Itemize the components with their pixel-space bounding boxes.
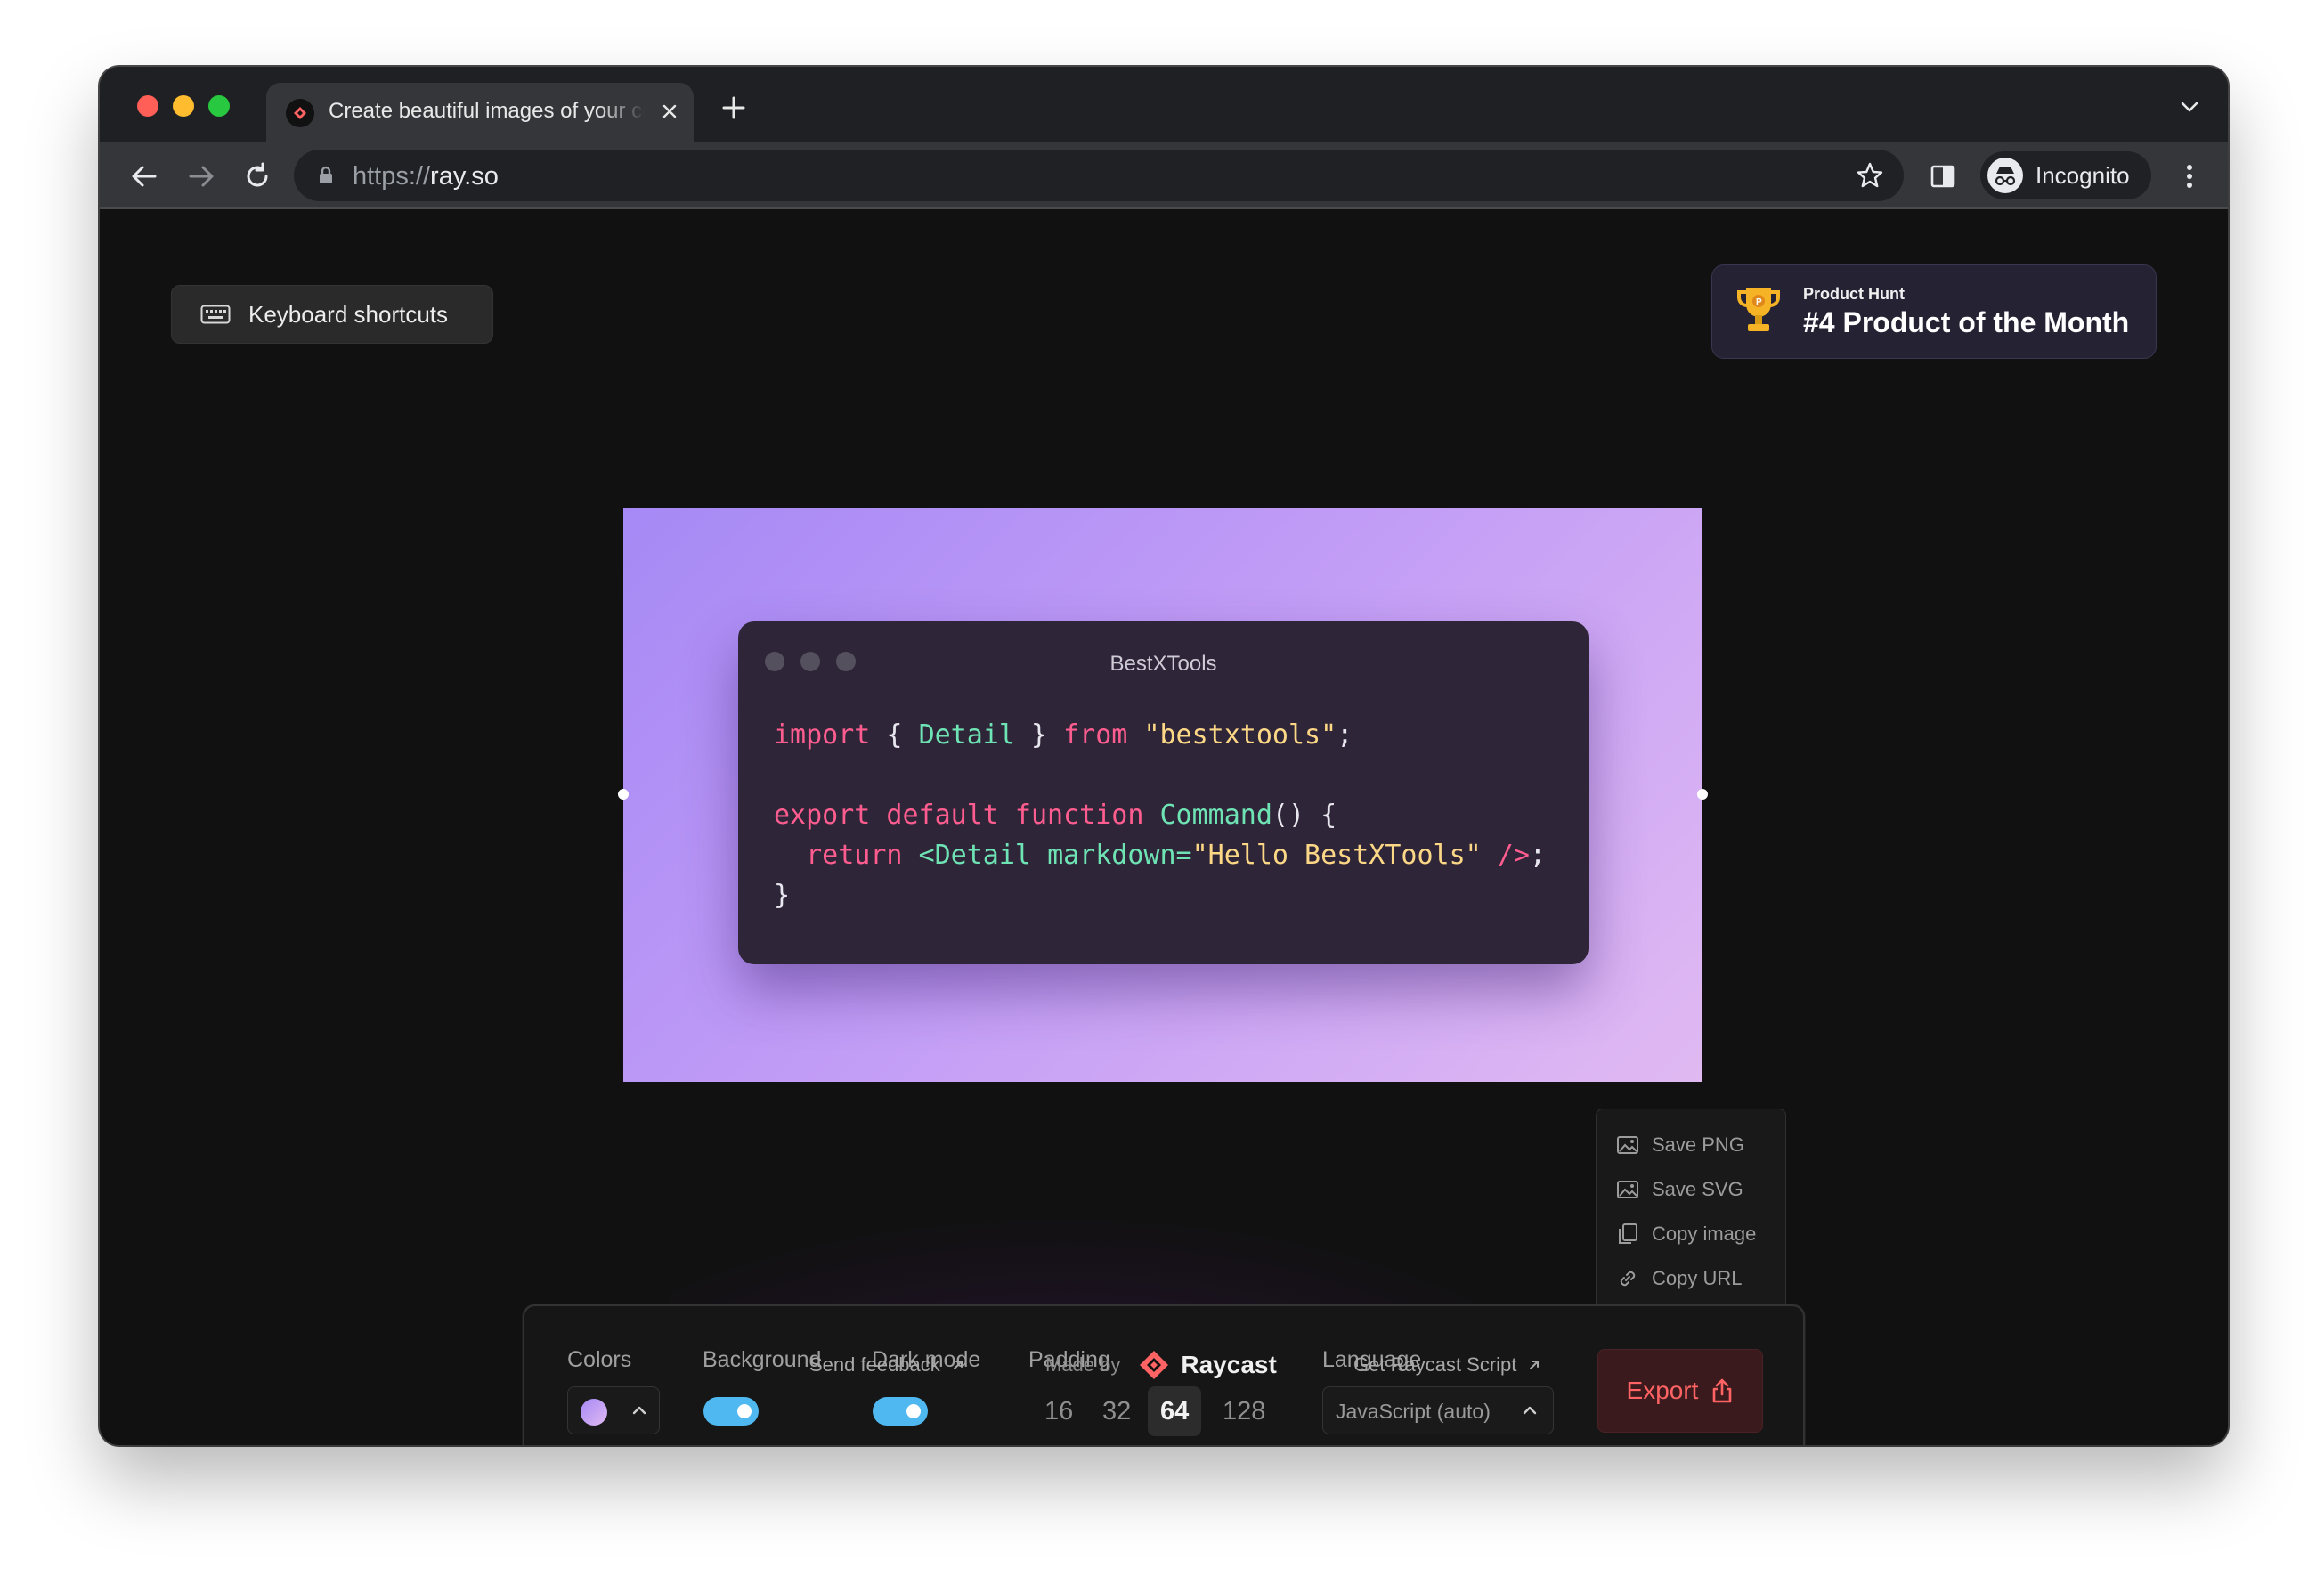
lock-icon — [320, 166, 332, 183]
language-value: JavaScript (auto) — [1336, 1400, 1491, 1423]
product-hunt-label: Product Hunt — [1803, 285, 1905, 303]
bookmark-star-icon[interactable] — [1856, 161, 1884, 190]
color-theme-picker[interactable] — [567, 1386, 660, 1434]
resize-handle-left[interactable] — [618, 789, 629, 800]
background-toggle[interactable] — [703, 1397, 759, 1426]
url-scheme: https:// — [353, 162, 431, 191]
external-arrow-icon — [1530, 1361, 1540, 1369]
incognito-profile-button[interactable]: Incognito — [1980, 151, 2151, 199]
made-by-raycast[interactable]: Made by Raycast — [1045, 1347, 1277, 1383]
get-raycast-script-link[interactable]: Get Raycast Script — [1353, 1353, 1541, 1377]
get-raycast-script-label: Get Raycast Script — [1353, 1353, 1517, 1376]
toggle-knob — [737, 1404, 752, 1418]
toggle-knob — [906, 1404, 921, 1418]
send-feedback-link[interactable]: Send feedback — [809, 1353, 965, 1377]
background-label: Background — [703, 1347, 822, 1372]
menu-item-save-svg[interactable]: Save SVG — [1616, 1172, 1743, 1207]
raycast-logo-icon — [1140, 1351, 1169, 1379]
code-line: return <Detail markdown="Hello BestXTool… — [774, 840, 1546, 871]
reload-icon[interactable] — [238, 157, 277, 196]
menu-item-save-png[interactable]: Save PNG — [1616, 1127, 1744, 1163]
export-label: Export — [1626, 1377, 1699, 1404]
incognito-label: Incognito — [2036, 161, 2130, 189]
maximize-window-button[interactable] — [208, 95, 230, 117]
chevron-up-icon — [632, 1406, 646, 1415]
colors-label: Colors — [567, 1347, 632, 1372]
image-icon — [1617, 1136, 1638, 1154]
external-arrow-icon — [953, 1361, 963, 1369]
url-host: ray.so — [430, 162, 499, 191]
side-panel-icon[interactable] — [1929, 162, 1957, 191]
padding-option-32[interactable]: 32 — [1090, 1386, 1143, 1436]
keyboard-shortcuts-label: Keyboard shortcuts — [248, 300, 449, 328]
dark-mode-toggle[interactable] — [873, 1397, 928, 1426]
chevron-down-icon[interactable] — [2176, 93, 2203, 120]
export-dropdown-menu: Save PNG Save SVG Copy image Copy URL — [1596, 1109, 1786, 1329]
address-bar[interactable]: https://ray.so — [294, 150, 1904, 201]
link-icon — [1620, 1271, 1636, 1287]
new-tab-plus-icon[interactable] — [716, 90, 752, 126]
code-line-empty: ​ — [774, 755, 1546, 795]
keyboard-icon — [200, 305, 231, 324]
code-editor[interactable]: import { Detail } from "bestxtools"; ​ exp… — [774, 715, 1546, 915]
color-swatch — [581, 1399, 607, 1426]
menu-item-copy-url[interactable]: Copy URL — [1616, 1261, 1742, 1296]
url-text: https://ray.so — [353, 162, 499, 191]
resize-handle-right[interactable] — [1697, 789, 1708, 800]
keyboard-shortcuts-button[interactable]: Keyboard shortcuts — [171, 285, 493, 344]
close-tab-icon[interactable] — [655, 97, 684, 126]
copy-icon — [1619, 1223, 1637, 1244]
back-arrow-icon[interactable] — [125, 157, 164, 196]
forward-arrow-icon[interactable] — [182, 157, 221, 196]
product-hunt-badge[interactable]: P Product Hunt #4 Product of the Month — [1711, 264, 2157, 359]
padding-option-16[interactable]: 16 — [1032, 1386, 1085, 1436]
trophy-icon: P — [1737, 288, 1780, 331]
code-line: export default function Command() { — [774, 800, 1337, 831]
code-line: import { Detail } from "bestxtools"; — [774, 719, 1353, 751]
svg-text:P: P — [1756, 297, 1762, 307]
language-select[interactable]: JavaScript (auto) — [1322, 1386, 1554, 1434]
code-window: BestXTools import { Detail } from "bestx… — [738, 621, 1589, 964]
padding-option-64[interactable]: 64 — [1148, 1386, 1202, 1436]
browser-toolbar: https://ray.so Incognito — [100, 142, 2228, 209]
code-window-title[interactable]: BestXTools — [738, 652, 1589, 677]
code-line: } — [774, 880, 791, 911]
incognito-icon — [1987, 158, 2023, 193]
code-image-frame[interactable]: BestXTools import { Detail } from "bestx… — [618, 508, 1708, 1082]
tab-bar: Create beautiful images of your code — [100, 67, 2228, 142]
image-icon — [1617, 1181, 1638, 1198]
menu-item-copy-image[interactable]: Copy image — [1616, 1216, 1756, 1252]
raycast-favicon-icon — [286, 99, 314, 127]
raycast-brand-name: Raycast — [1181, 1351, 1277, 1378]
close-window-button[interactable] — [137, 95, 158, 117]
send-feedback-label: Send feedback — [809, 1353, 940, 1376]
tab-title: Create beautiful images of your code — [329, 99, 645, 123]
made-by-label: Made by — [1045, 1353, 1121, 1376]
padding-option-128[interactable]: 128 — [1210, 1386, 1278, 1436]
more-menu-icon[interactable] — [2176, 162, 2203, 191]
share-icon — [1713, 1378, 1732, 1403]
export-button[interactable]: Export — [1597, 1349, 1763, 1433]
tab-active[interactable]: Create beautiful images of your code — [266, 83, 694, 142]
minimize-window-button[interactable] — [173, 95, 194, 117]
page-content: Keyboard shortcuts P Product Hunt #4 Pro… — [100, 209, 2228, 1445]
chevron-up-icon — [1523, 1406, 1537, 1415]
browser-window: Create beautiful images of your code htt… — [100, 67, 2228, 1445]
product-hunt-rank: #4 Product of the Month — [1803, 306, 2130, 338]
